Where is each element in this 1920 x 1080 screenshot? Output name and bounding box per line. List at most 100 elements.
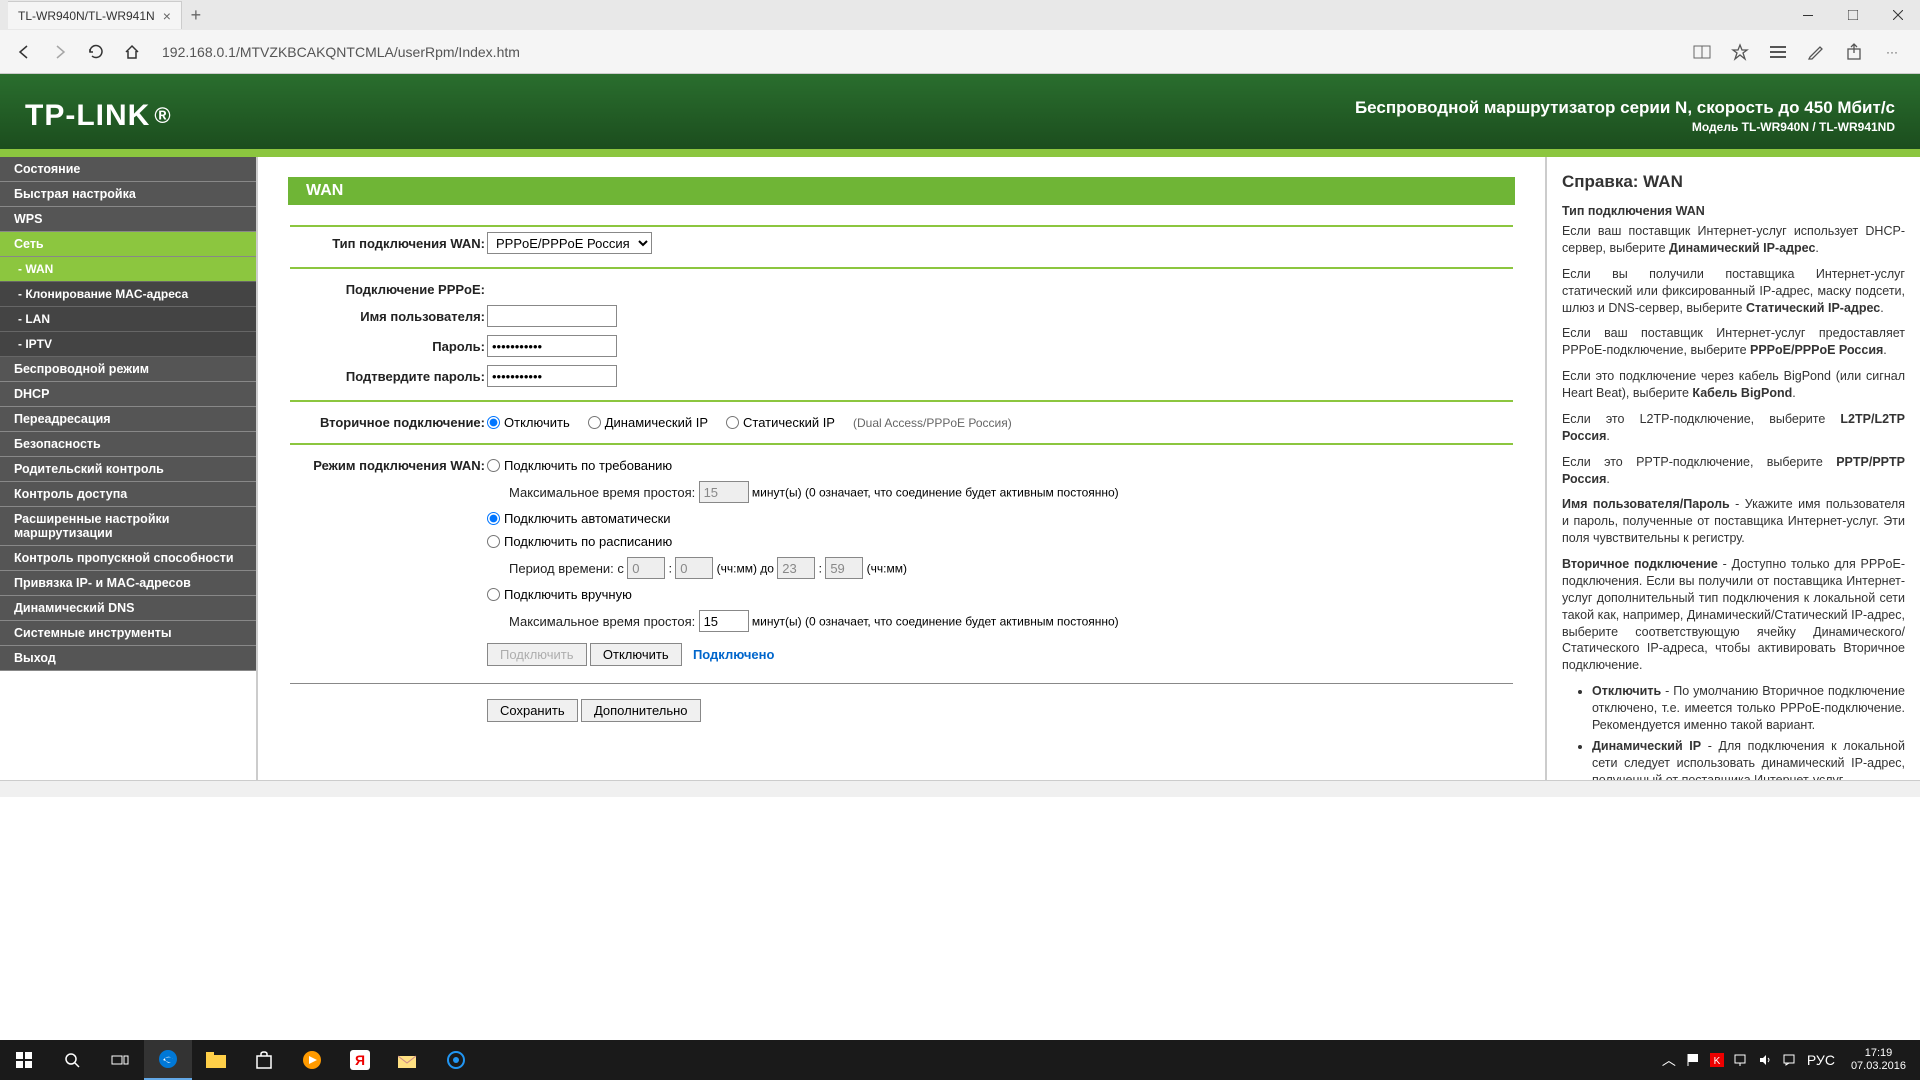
mode-scheduled-radio[interactable]	[487, 535, 500, 548]
tray-notifications-icon[interactable]	[1779, 1040, 1799, 1080]
sidebar-item-14[interactable]: Расширенные настройки маршрутизации	[0, 507, 256, 546]
explorer-task-icon[interactable]	[192, 1040, 240, 1080]
sidebar-item-11[interactable]: Безопасность	[0, 432, 256, 457]
sidebar-item-7[interactable]: - IPTV	[0, 332, 256, 357]
store-task-icon[interactable]	[240, 1040, 288, 1080]
url-field[interactable]: 192.168.0.1/MTVZKBCAKQNTCMLA/userRpm/Ind…	[152, 44, 1688, 60]
help-panel: Справка: WAN Тип подключения WAN Если ва…	[1545, 157, 1920, 780]
window-titlebar: TL-WR940N/TL-WR941N × +	[0, 0, 1920, 30]
wan-conn-type-select[interactable]: PPPoE/PPPoE Россия	[487, 232, 652, 254]
main-content: WAN Тип подключения WAN: PPPoE/PPPoE Рос…	[258, 157, 1545, 780]
search-button[interactable]	[48, 1040, 96, 1080]
tray-language[interactable]: РУС	[1803, 1040, 1839, 1080]
disconnect-button[interactable]: Отключить	[590, 643, 682, 666]
tray-chevron-icon[interactable]: ︿	[1659, 1040, 1679, 1080]
tab-title: TL-WR940N/TL-WR941N	[18, 9, 155, 23]
maximize-button[interactable]	[1830, 0, 1875, 30]
yandex-task-icon[interactable]: Я	[336, 1040, 384, 1080]
sidebar-item-8[interactable]: Беспроводной режим	[0, 357, 256, 382]
period-to-h[interactable]	[777, 557, 815, 579]
svg-text:Я: Я	[355, 1052, 365, 1068]
mode-manual-radio[interactable]	[487, 588, 500, 601]
webnote-icon[interactable]	[1806, 42, 1826, 62]
sidebar-item-4[interactable]: - WAN	[0, 257, 256, 282]
period-from-m[interactable]	[675, 557, 713, 579]
period-from-h[interactable]	[627, 557, 665, 579]
sidebar: СостояниеБыстрая настройкаWPSСеть- WAN- …	[0, 157, 256, 780]
more-icon[interactable]: ···	[1882, 42, 1902, 62]
secondary-dynamic-radio[interactable]	[588, 416, 601, 429]
sidebar-item-3[interactable]: Сеть	[0, 232, 256, 257]
horizontal-scrollbar[interactable]	[0, 780, 1920, 797]
tray-network-icon[interactable]	[1731, 1040, 1751, 1080]
sidebar-item-9[interactable]: DHCP	[0, 382, 256, 407]
header-description: Беспроводной маршрутизатор серии N, скор…	[1355, 98, 1895, 118]
sidebar-item-13[interactable]: Контроль доступа	[0, 482, 256, 507]
label-confirm: Подтвердите пароль:	[290, 362, 485, 390]
header-model: Модель TL-WR940N / TL-WR941ND	[1355, 120, 1895, 134]
mode-auto-radio[interactable]	[487, 512, 500, 525]
tray-clock[interactable]: 17:19 07.03.2016	[1843, 1047, 1914, 1073]
taskbar: Я ︿ K РУС 17:19 07.03.2016	[0, 1040, 1920, 1080]
taskview-button[interactable]	[96, 1040, 144, 1080]
label-mode: Режим подключения WAN:	[290, 455, 485, 476]
home-button[interactable]	[116, 36, 148, 68]
forward-button[interactable]	[44, 36, 76, 68]
mode-ondemand-radio[interactable]	[487, 459, 500, 472]
advanced-button[interactable]: Дополнительно	[581, 699, 701, 722]
sidebar-item-19[interactable]: Выход	[0, 646, 256, 671]
secondary-static-radio[interactable]	[726, 416, 739, 429]
sidebar-item-15[interactable]: Контроль пропускной способности	[0, 546, 256, 571]
label-username: Имя пользователя:	[290, 302, 485, 330]
label-secondary: Вторичное подключение:	[290, 412, 485, 433]
password-input[interactable]	[487, 335, 617, 357]
sidebar-item-17[interactable]: Динамический DNS	[0, 596, 256, 621]
edge-task-icon[interactable]	[144, 1040, 192, 1080]
connect-button[interactable]: Подключить	[487, 643, 587, 666]
logo: TP-LINK®	[25, 99, 172, 133]
share-icon[interactable]	[1844, 42, 1864, 62]
connection-status: Подключено	[693, 647, 774, 662]
reading-view-icon[interactable]	[1692, 42, 1712, 62]
start-button[interactable]	[0, 1040, 48, 1080]
confirm-password-input[interactable]	[487, 365, 617, 387]
settings-task-icon[interactable]	[432, 1040, 480, 1080]
username-input[interactable]	[487, 305, 617, 327]
new-tab-button[interactable]: +	[182, 1, 210, 29]
address-bar: 192.168.0.1/MTVZKBCAKQNTCMLA/userRpm/Ind…	[0, 30, 1920, 74]
sidebar-item-1[interactable]: Быстрая настройка	[0, 182, 256, 207]
media-task-icon[interactable]	[288, 1040, 336, 1080]
minimize-button[interactable]	[1785, 0, 1830, 30]
sidebar-item-10[interactable]: Переадресация	[0, 407, 256, 432]
label-pppoe: Подключение PPPoE:	[290, 279, 485, 300]
favorite-icon[interactable]	[1730, 42, 1750, 62]
sidebar-item-12[interactable]: Родительский контроль	[0, 457, 256, 482]
page-title: WAN	[288, 177, 1515, 205]
router-header: TP-LINK® Беспроводной маршрутизатор сери…	[0, 74, 1920, 157]
label-password: Пароль:	[290, 332, 485, 360]
period-to-m[interactable]	[825, 557, 863, 579]
sidebar-item-18[interactable]: Системные инструменты	[0, 621, 256, 646]
tray-volume-icon[interactable]	[1755, 1040, 1775, 1080]
mail-task-icon[interactable]	[384, 1040, 432, 1080]
save-button[interactable]: Сохранить	[487, 699, 578, 722]
idle-time-2-input[interactable]	[699, 610, 749, 632]
refresh-button[interactable]	[80, 36, 112, 68]
sidebar-item-2[interactable]: WPS	[0, 207, 256, 232]
hub-icon[interactable]	[1768, 42, 1788, 62]
close-window-button[interactable]	[1875, 0, 1920, 30]
label-conn-type: Тип подключения WAN:	[290, 229, 485, 257]
close-tab-icon[interactable]: ×	[163, 8, 171, 24]
svg-text:K: K	[1714, 1056, 1721, 1067]
sidebar-item-16[interactable]: Привязка IP- и MAC-адресов	[0, 571, 256, 596]
sidebar-item-5[interactable]: - Клонирование MAC-адреса	[0, 282, 256, 307]
back-button[interactable]	[8, 36, 40, 68]
sidebar-item-6[interactable]: - LAN	[0, 307, 256, 332]
tray-kaspersky-icon[interactable]: K	[1707, 1040, 1727, 1080]
help-title: Справка: WAN	[1562, 172, 1905, 192]
secondary-disable-radio[interactable]	[487, 416, 500, 429]
idle-time-1-input[interactable]	[699, 481, 749, 503]
sidebar-item-0[interactable]: Состояние	[0, 157, 256, 182]
browser-tab[interactable]: TL-WR940N/TL-WR941N ×	[8, 1, 182, 29]
tray-flag-icon[interactable]	[1683, 1040, 1703, 1080]
